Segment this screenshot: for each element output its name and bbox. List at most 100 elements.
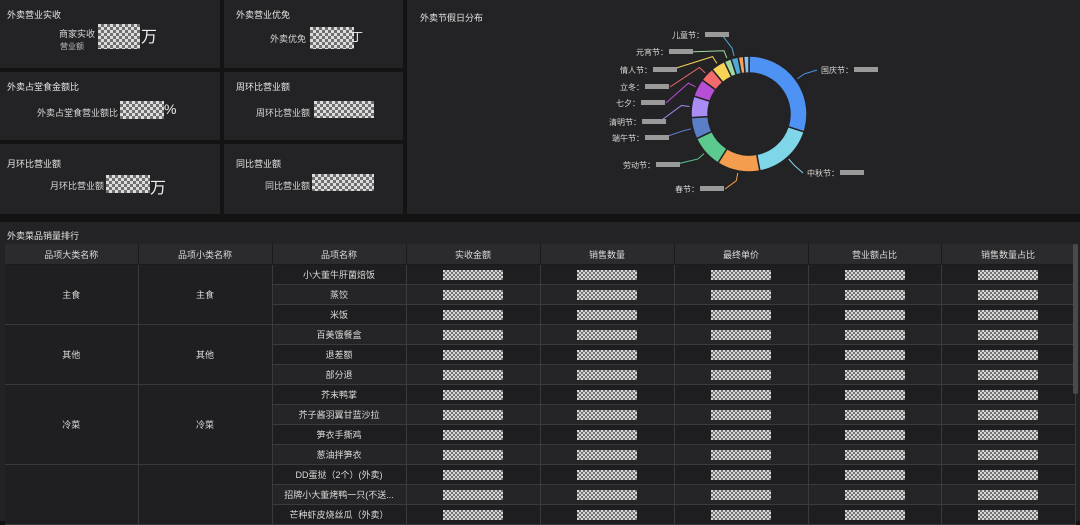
cell-revenue-share	[808, 404, 942, 425]
header-quantity-share[interactable]: 销售数量占比	[941, 244, 1076, 265]
card-title: 外卖营业实收	[7, 10, 62, 20]
cell-subcategory: 冷菜	[138, 384, 273, 465]
cell-category: 主食	[5, 264, 139, 325]
redacted-value	[577, 369, 637, 380]
redacted-value	[840, 170, 864, 175]
cell-category	[5, 464, 139, 525]
header-item-name[interactable]: 品项名称	[272, 244, 407, 265]
cell-quantity	[540, 464, 675, 485]
cell-revenue-share	[808, 304, 942, 325]
donut-label: 儿童节：	[672, 30, 704, 40]
cell-quantity-share	[941, 304, 1076, 325]
kpi-card-yoy: 同比营业额 同比营业额	[224, 144, 403, 214]
redacted-value	[854, 67, 878, 72]
cell-revenue-share	[808, 344, 942, 365]
cell-item-name: 葱油拌笋衣	[272, 444, 407, 465]
cell-quantity-share	[941, 364, 1076, 385]
donut-slice[interactable]	[755, 125, 806, 172]
redacted-value	[844, 489, 905, 500]
table-row[interactable]: 其他 其他 百美饿餐盒	[5, 324, 1076, 385]
table-row[interactable]: DD蛋挞（2个）(外卖)	[5, 464, 1076, 525]
cell-revenue-share	[808, 484, 942, 505]
header-quantity[interactable]: 销售数量	[540, 244, 675, 265]
cell-quantity-share	[941, 504, 1076, 525]
cell-item-name: 芥末鸭掌	[272, 384, 407, 405]
redacted-value	[443, 509, 503, 520]
redacted-value	[711, 389, 771, 400]
redacted-value	[978, 369, 1038, 380]
label-leader-line	[724, 172, 739, 190]
card-title: 周环比营业额	[236, 82, 291, 92]
table-row[interactable]: 主食 主食 小大董牛肝菌焙饭	[5, 264, 1076, 325]
header-category[interactable]: 品项大类名称	[5, 244, 139, 265]
redacted-value	[577, 409, 637, 420]
cell-revenue-share	[808, 324, 942, 345]
cell-unit-price	[674, 284, 809, 305]
kpi-unit: 万	[150, 180, 167, 197]
redacted-value	[978, 349, 1038, 360]
redacted-value	[711, 429, 771, 440]
redacted-value	[443, 489, 503, 500]
redacted-value	[642, 119, 666, 124]
redacted-value	[844, 309, 905, 320]
cell-item-name: 芥子酱羽翼甘蓝沙拉	[272, 404, 407, 425]
kpi-unit: %	[164, 101, 177, 117]
redacted-value	[711, 369, 771, 380]
redacted-value	[645, 135, 669, 140]
redacted-value	[844, 289, 905, 300]
cell-item-name: 百美饿餐盒	[272, 324, 407, 345]
kpi-label: 同比营业额	[265, 181, 311, 191]
redacted-value	[844, 509, 905, 520]
table-header-row: 品项大类名称 品项小类名称 品项名称 实收金额 销售数量 最终单价 营业额占比 …	[5, 244, 1076, 265]
kpi-card-week-ratio: 周环比营业额 周环比营业额	[224, 72, 403, 140]
redacted-value	[844, 469, 905, 480]
donut-label: 七夕：	[616, 98, 640, 108]
cell-revenue	[406, 504, 541, 525]
redacted-value	[711, 449, 771, 460]
redacted-value	[577, 509, 637, 520]
cell-revenue	[406, 264, 541, 285]
header-unit-price[interactable]: 最终单价	[674, 244, 809, 265]
redacted-value	[577, 429, 637, 440]
donut-label: 中秋节：	[807, 168, 839, 178]
table-scrollbar[interactable]	[1073, 244, 1078, 394]
header-subcategory[interactable]: 品项小类名称	[138, 244, 273, 265]
table-row[interactable]: 冷菜 冷菜 芥末鸭掌	[5, 384, 1076, 465]
cell-quantity-share	[941, 484, 1076, 505]
redacted-value	[978, 309, 1038, 320]
holiday-chart-panel: 外卖节假日分布 国庆节： 中秋节： 春节： 劳动节： 端午节： 清明节： 七夕： 立冬： 情人节…	[407, 0, 1080, 214]
redacted-value	[577, 449, 637, 460]
donut-label: 端午节：	[612, 133, 644, 143]
cell-revenue	[406, 424, 541, 445]
kpi-label: 月环比营业额	[50, 181, 105, 191]
header-revenue-share[interactable]: 营业额占比	[808, 244, 942, 265]
cell-quantity-share	[941, 344, 1076, 365]
donut-slice[interactable]	[748, 55, 808, 133]
redacted-value	[577, 269, 637, 280]
cell-revenue	[406, 484, 541, 505]
cell-item-name: DD蛋挞（2个）(外卖)	[272, 464, 407, 485]
redacted-value	[443, 329, 503, 340]
redacted-value	[978, 389, 1038, 400]
cell-quantity	[540, 284, 675, 305]
redacted-value	[443, 269, 503, 280]
redacted-value	[711, 509, 771, 520]
header-revenue[interactable]: 实收金额	[406, 244, 541, 265]
label-leader-line	[665, 82, 696, 104]
redacted-value	[98, 24, 140, 49]
table-title: 外卖菜品销量排行	[7, 231, 80, 241]
cell-quantity	[540, 324, 675, 345]
cell-quantity-share	[941, 424, 1076, 445]
cell-item-name: 米饭	[272, 304, 407, 325]
cell-quantity-share	[941, 284, 1076, 305]
redacted-value	[711, 349, 771, 360]
redacted-value	[577, 349, 637, 360]
redacted-value	[577, 469, 637, 480]
redacted-value	[844, 349, 905, 360]
donut-slice[interactable]	[742, 55, 750, 74]
cell-quantity-share	[941, 404, 1076, 425]
cell-revenue	[406, 284, 541, 305]
redacted-value	[577, 489, 637, 500]
redacted-value	[711, 409, 771, 420]
label-leader-line	[721, 34, 735, 57]
